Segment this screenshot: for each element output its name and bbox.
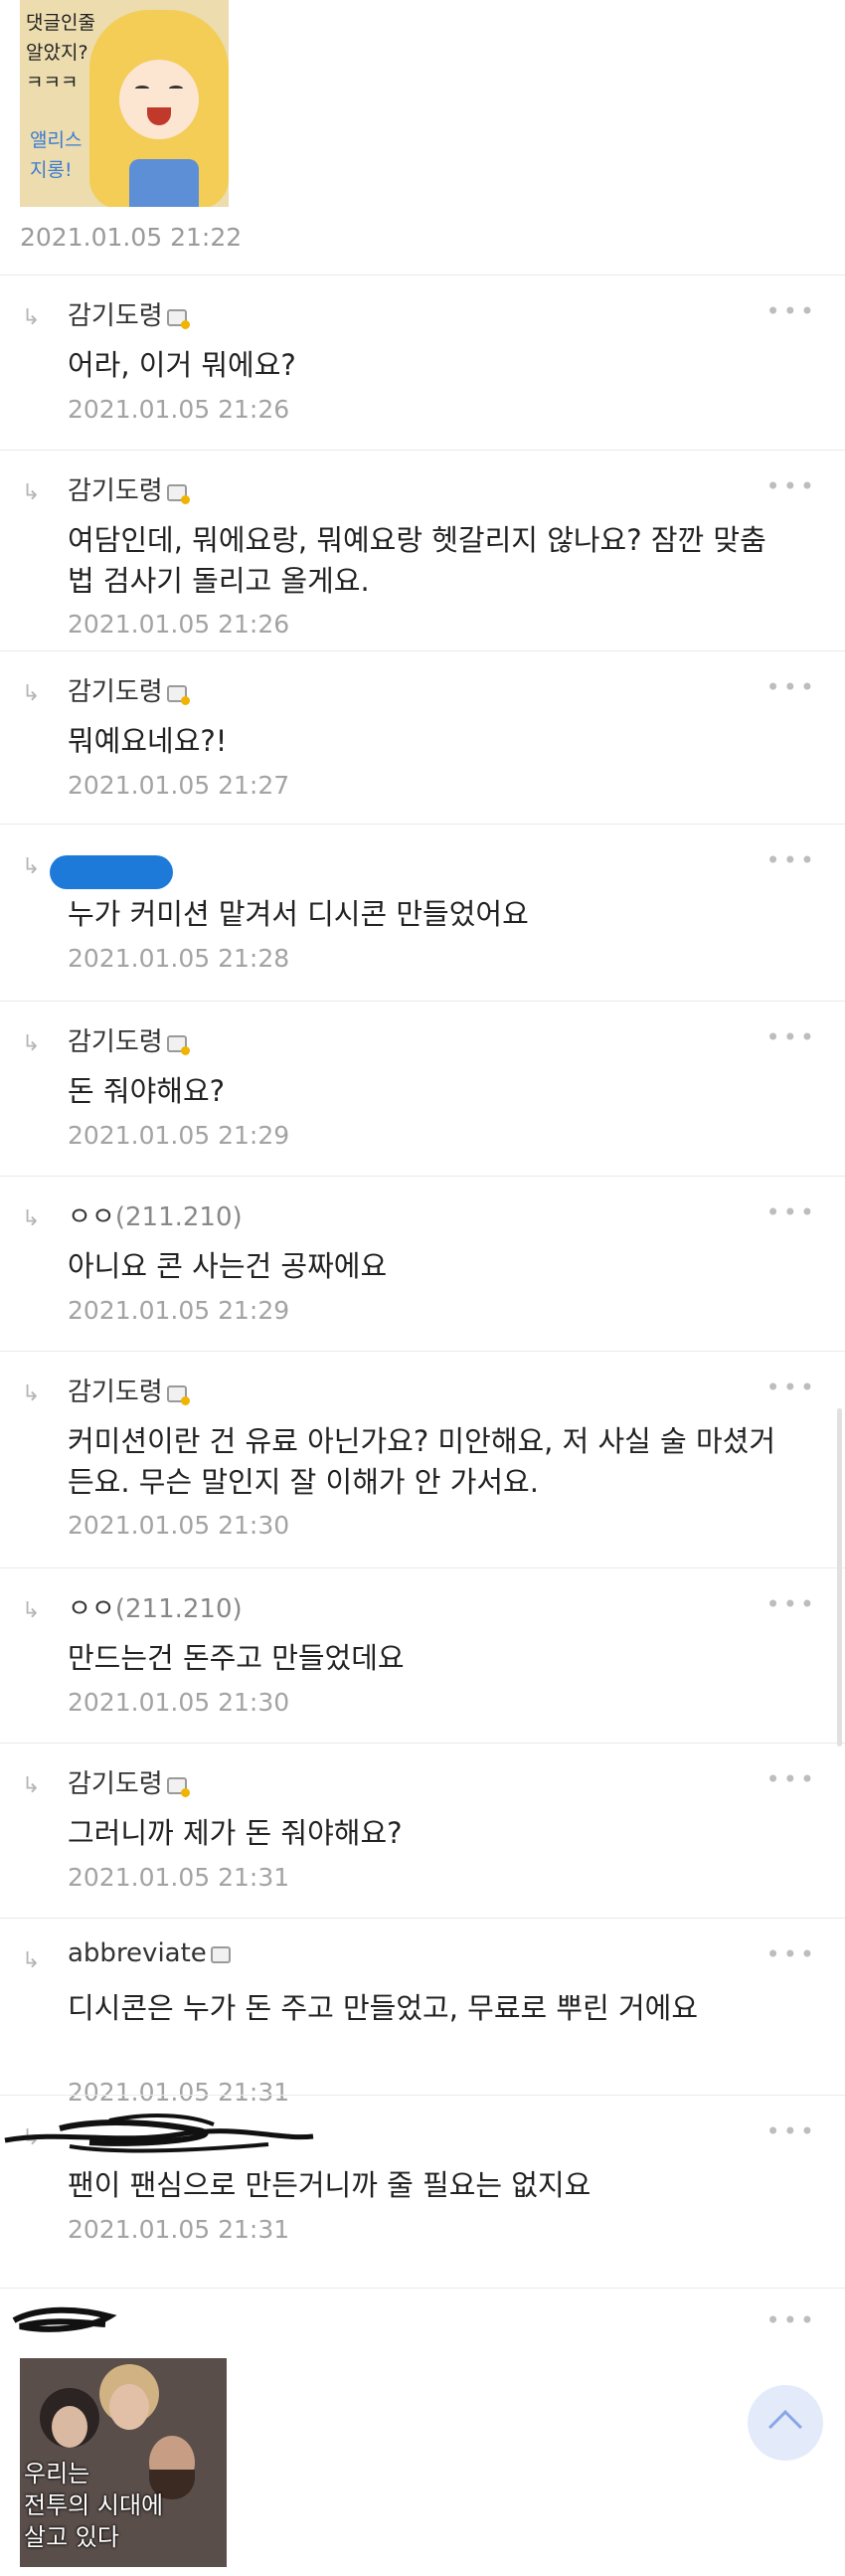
dccon-text: 댓글인줄 알았지? ㅋㅋㅋ [26, 12, 95, 93]
reply-body: 어라, 이거 뭐에요? [68, 348, 296, 382]
reply-nickname[interactable]: ㅇㅇ(211.210) [68, 1196, 243, 1233]
reply-arrow-icon: ↳ [22, 1598, 41, 1623]
nickname-redaction [50, 855, 173, 889]
reply-arrow-icon: ↳ [22, 1381, 41, 1406]
nickname-text: ㅇㅇ [68, 1202, 115, 1232]
more-options-icon[interactable]: ••• [766, 846, 817, 874]
reply-date: 2021.01.05 21:30 [68, 1688, 290, 1717]
dccon-dress [129, 159, 199, 207]
reply-arrow-icon: ↳ [22, 1031, 41, 1056]
gallog-badge-icon [166, 1385, 190, 1405]
nickname-text: 감기도령 [68, 1769, 163, 1799]
reply-nickname[interactable]: 감기도령 [68, 1763, 190, 1800]
dccon-image-soldiers[interactable]: 우리는 전투의 시대에 살고 있다 [20, 2358, 227, 2567]
gallog-badge-icon [166, 309, 190, 329]
dccon-figure-face [52, 2406, 87, 2448]
gallog-badge-icon [166, 484, 190, 504]
nickname-redaction [0, 2114, 318, 2153]
reply-nickname[interactable]: abbreviate [68, 1938, 231, 1968]
reply-body: 만드는건 돈주고 만들었데요 [68, 1641, 405, 1675]
reply-nickname[interactable]: 감기도령 [68, 295, 190, 332]
reply-arrow-icon: ↳ [22, 1206, 41, 1231]
reply-nickname[interactable]: ㅇㅇ(211.210) [68, 1588, 243, 1625]
nickname-text: 감기도령 [68, 1027, 163, 1057]
reply-body: 디시콘은 누가 돈 주고 만들었고, 무료로 뿌린 거에요 [68, 1991, 699, 2025]
gallog-badge-icon [166, 1035, 190, 1055]
reply-item: ↳ 감기도령 ••• 어라, 이거 뭐에요? 2021.01.05 21:26 [0, 275, 845, 450]
more-options-icon[interactable]: ••• [766, 1374, 817, 1401]
reply-item: ↳ 감기도령 ••• 뭐예요네요?! 2021.01.05 21:27 [0, 650, 845, 826]
dccon-figure-face [109, 2384, 149, 2430]
more-icon[interactable]: ••• [766, 2306, 817, 2334]
reply-body: 커미션이란 건 유료 아닌가요? 미안해요, 저 사실 술 마셨거든요. 무슨 … [68, 1424, 775, 1499]
reply-nickname[interactable]: 감기도령 [68, 671, 190, 708]
reply-date: 2021.01.05 21:29 [68, 1296, 290, 1325]
reply-nickname[interactable]: 감기도령 [68, 1372, 190, 1408]
dccon-face [119, 60, 199, 139]
scroll-to-top-button[interactable] [748, 2385, 823, 2461]
nickname-text: 감기도령 [68, 301, 163, 331]
gallog-badge-icon [166, 685, 190, 705]
nickname-text: abbreviate [68, 1938, 207, 1968]
scrollbar-thumb[interactable] [837, 1408, 842, 1747]
nickname-text: ㅇㅇ [68, 1594, 115, 1624]
reply-nickname[interactable]: 감기도령 [68, 470, 190, 507]
gallog-badge-icon [210, 1946, 231, 1963]
dccon-caption: 우리는 전투의 시대에 살고 있다 [24, 2460, 164, 2551]
reply-item: ↳ 감기도령 ••• 여담인데, 뭐에요랑, 뭐예요랑 헷갈리지 않나요? 잠깐 맞춤… [0, 450, 845, 666]
reply-date: 2021.01.05 21:30 [68, 1511, 290, 1540]
reply-body: 뭐예요네요?! [68, 724, 228, 758]
comment-top: 댓글인줄 알았지? ㅋㅋㅋ 앨리스 지롱! 2021.01.05 21:22 [0, 0, 845, 269]
reply-date: 2021.01.05 21:31 [68, 1863, 290, 1892]
reply-date: 2021.01.05 21:29 [68, 1121, 290, 1150]
dccon-image-alice[interactable]: 댓글인줄 알았지? ㅋㅋㅋ 앨리스 지롱! [20, 0, 229, 207]
reply-body: 그러니까 제가 돈 줘야해요? [68, 1816, 403, 1850]
reply-item: ↳ 감기도령 ••• 돈 줘야해요? 2021.01.05 21:29 [0, 1001, 845, 1176]
reply-body: 누가 커미션 맡겨서 디시콘 만들었어요 [68, 897, 529, 931]
reply-date: 2021.01.05 21:26 [68, 610, 290, 639]
reply-body: 여담인데, 뭐에요랑, 뭐예요랑 헷갈리지 않나요? 잠깐 맞춤법 검사기 돌리… [68, 523, 766, 598]
comment-date: 2021.01.05 21:22 [20, 223, 243, 252]
nickname-text: 감기도령 [68, 1378, 163, 1407]
reply-arrow-icon: ↳ [22, 681, 41, 706]
more-options-icon[interactable]: ••• [766, 297, 817, 325]
reply-arrow-icon: ↳ [22, 480, 41, 505]
ip-address: (211.210) [114, 1594, 243, 1624]
reply-item: ↳ 감기도령 ••• 그러니까 제가 돈 줘야해요? 2021.01.05 21:31 [0, 1743, 845, 1918]
more-options-icon[interactable]: ••• [766, 2117, 817, 2145]
reply-item: ↳ ㅇㅇ(211.210) ••• 만드는건 돈주고 만들었데요 2021.01.05 … [0, 1567, 845, 1743]
reply-arrow-icon: ↳ [22, 854, 41, 879]
reply-item: ↳ 감기도령 ••• 커미션이란 건 유료 아닌가요? 미안해요, 저 사실 술 마셨… [0, 1351, 845, 1567]
more-options-icon[interactable]: ••• [766, 1023, 817, 1051]
more-options-icon[interactable]: ••• [766, 673, 817, 701]
gallog-badge-icon [166, 1777, 190, 1797]
ip-address: (211.210) [114, 1202, 243, 1232]
reply-item: ↳ ••• 누가 커미션 맡겨서 디시콘 만들었어요 2021.01.05 21:28 [0, 824, 845, 999]
reply-body: 아니요 콘 사는건 공짜에요 [68, 1249, 388, 1283]
more-options-icon[interactable]: ••• [766, 1765, 817, 1793]
reply-date: 2021.01.05 21:27 [68, 771, 290, 800]
reply-date: 2021.01.05 21:31 [68, 2215, 290, 2244]
more-options-icon[interactable]: ••• [766, 1198, 817, 1226]
reply-body: 팬이 팬심으로 만든거니까 줄 필요는 없지요 [68, 2168, 592, 2202]
comment-bottom: ••• 우리는 전투의 시대에 살고 있다 [0, 2288, 845, 2576]
reply-nickname[interactable]: 감기도령 [68, 1021, 190, 1058]
more-options-icon[interactable]: ••• [766, 1940, 817, 1968]
dccon-eye [169, 86, 183, 92]
more-options-icon[interactable]: ••• [766, 472, 817, 500]
dccon-eye [135, 86, 149, 92]
reply-body: 돈 줘야해요? [68, 1074, 226, 1108]
more-options-icon[interactable]: ••• [766, 1590, 817, 1618]
reply-date: 2021.01.05 21:26 [68, 395, 290, 424]
nickname-text: 감기도령 [68, 476, 163, 506]
nickname-redaction [10, 2302, 119, 2342]
reply-arrow-icon: ↳ [22, 305, 41, 330]
reply-item: ↳ ㅇㅇ(211.210) ••• 아니요 콘 사는건 공짜에요 2021.01.05 … [0, 1176, 845, 1351]
nickname-text: 감기도령 [68, 677, 163, 707]
reply-arrow-icon: ↳ [22, 1948, 41, 1973]
dccon-text-2: 앨리스 지롱! [30, 129, 83, 181]
reply-date: 2021.01.05 21:28 [68, 944, 290, 973]
chevron-up-icon [768, 2410, 802, 2444]
reply-arrow-icon: ↳ [22, 1773, 41, 1798]
